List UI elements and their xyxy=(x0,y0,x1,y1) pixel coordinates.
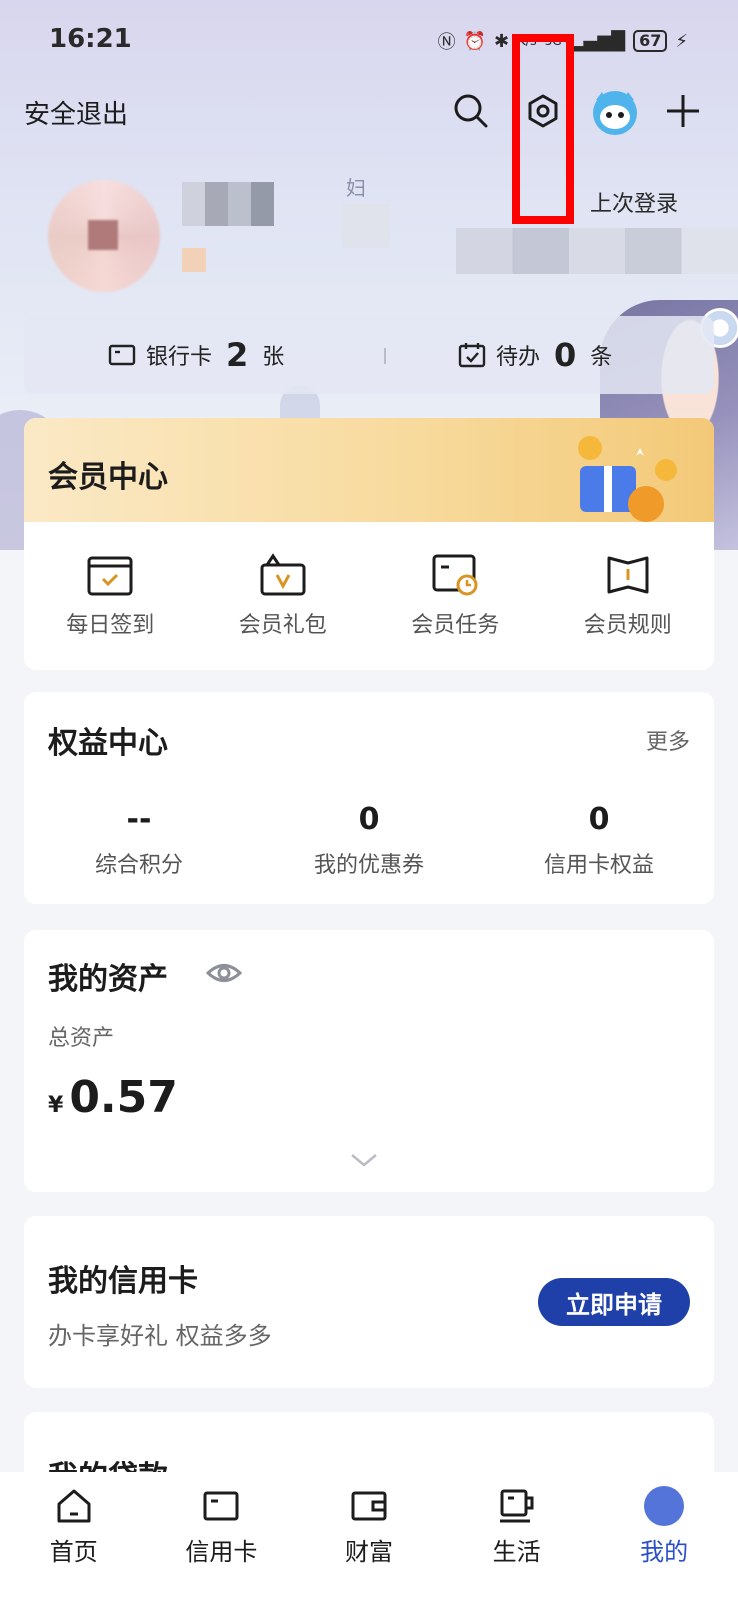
home-icon xyxy=(57,1489,91,1523)
todo-count: 0 xyxy=(554,336,577,374)
coupons-item[interactable]: 0 我的优惠券 xyxy=(254,802,484,879)
user-tag-blurred xyxy=(182,248,206,272)
search-icon xyxy=(454,94,488,128)
apply-now-button[interactable]: 立即申请 xyxy=(538,1278,690,1326)
add-button[interactable] xyxy=(660,88,706,134)
nfc-icon: Ⓝ xyxy=(437,32,456,53)
profile-section: 妇 上次登录 xyxy=(0,160,738,310)
member-center-card: 会员中心 每日签到 会员礼包 会员任务 会员规则 xyxy=(24,418,714,670)
assistant-mascot-button[interactable] xyxy=(588,86,642,140)
avatar[interactable] xyxy=(48,180,160,292)
credit-rights-item[interactable]: 0 信用卡权益 xyxy=(484,802,714,879)
search-button[interactable] xyxy=(448,88,494,134)
credit-card-subtitle: 办卡享好礼 权益多多 xyxy=(48,1322,272,1350)
points-item[interactable]: -- 综合积分 xyxy=(24,802,254,879)
assets-card: 我的资产 总资产 ¥ 0.57 xyxy=(24,930,714,1192)
task-clock-icon xyxy=(432,554,478,596)
profile-small-char: 妇 xyxy=(346,176,366,200)
status-bar: 16:21 Ⓝ ⏰ ✱ K/s 5G ▂▄▆█ 67 ⚡ xyxy=(0,0,738,84)
calendar-check-icon xyxy=(87,556,133,596)
alarm-icon: ⏰ xyxy=(463,30,486,52)
gift-bag-icon xyxy=(260,553,306,596)
card-icon xyxy=(108,344,136,366)
signal-icon: ▂▄▆█ xyxy=(569,30,626,52)
tab-mine[interactable]: 我的 xyxy=(590,1472,738,1600)
total-assets-amount: ¥ 0.57 xyxy=(48,1072,178,1123)
logout-button[interactable]: 安全退出 xyxy=(24,94,128,131)
tab-credit-card[interactable]: 信用卡 xyxy=(148,1472,296,1600)
rules-book-icon xyxy=(607,556,649,594)
credit-card-title: 我的信用卡 xyxy=(48,1264,198,1299)
todo-summary[interactable]: 待办 0 条 xyxy=(458,316,612,394)
account-summary: 银行卡 2 张 待办 0 条 xyxy=(24,316,714,394)
member-center-title: 会员中心 xyxy=(48,460,168,495)
member-rules-item[interactable]: 会员规则 xyxy=(542,522,715,670)
tab-wealth[interactable]: 财富 xyxy=(295,1472,443,1600)
rights-center-title: 权益中心 xyxy=(48,726,168,761)
member-task-item[interactable]: 会员任务 xyxy=(369,522,542,670)
gift-coins-icon xyxy=(578,436,677,522)
charging-icon: ⚡ xyxy=(675,30,688,52)
member-gift-item[interactable]: 会员礼包 xyxy=(197,522,370,670)
mascot-icon xyxy=(593,91,637,135)
total-assets-label: 总资产 xyxy=(48,1026,115,1051)
plus-icon xyxy=(667,95,699,127)
member-center-header[interactable]: 会员中心 xyxy=(24,418,714,522)
chevron-down-icon[interactable] xyxy=(349,1152,379,1168)
credit-card-section: 我的信用卡 办卡享好礼 权益多多 立即申请 xyxy=(24,1216,714,1388)
eye-icon[interactable] xyxy=(206,960,242,986)
tab-life[interactable]: 生活 xyxy=(443,1472,591,1600)
wallet-icon xyxy=(351,1491,387,1521)
assets-title: 我的资产 xyxy=(48,962,168,997)
bank-card-count: 2 xyxy=(226,336,249,374)
battery-indicator: 67 xyxy=(633,30,668,52)
bank-card-summary[interactable]: 银行卡 2 张 xyxy=(108,316,284,394)
cup-icon xyxy=(499,1489,534,1523)
tab-home[interactable]: 首页 xyxy=(0,1472,148,1600)
bluetooth-icon: ✱ xyxy=(494,30,510,52)
daily-checkin-item[interactable]: 每日签到 xyxy=(24,522,197,670)
last-login-time-blurred xyxy=(456,228,738,274)
bottom-tab-bar: 首页 信用卡 财富 生活 我的 xyxy=(0,1472,738,1600)
card-icon xyxy=(203,1491,239,1521)
rights-center-card: 权益中心 更多 -- 综合积分 0 我的优惠券 0 信用卡权益 xyxy=(24,692,714,904)
last-login-label: 上次登录 xyxy=(590,192,679,217)
rights-more-link[interactable]: 更多 xyxy=(646,724,690,756)
calendar-check-icon xyxy=(458,343,486,368)
profile-icon xyxy=(644,1486,685,1526)
status-time: 16:21 xyxy=(49,24,132,54)
username-blurred xyxy=(182,182,274,226)
top-bar: 安全退出 xyxy=(0,84,738,140)
